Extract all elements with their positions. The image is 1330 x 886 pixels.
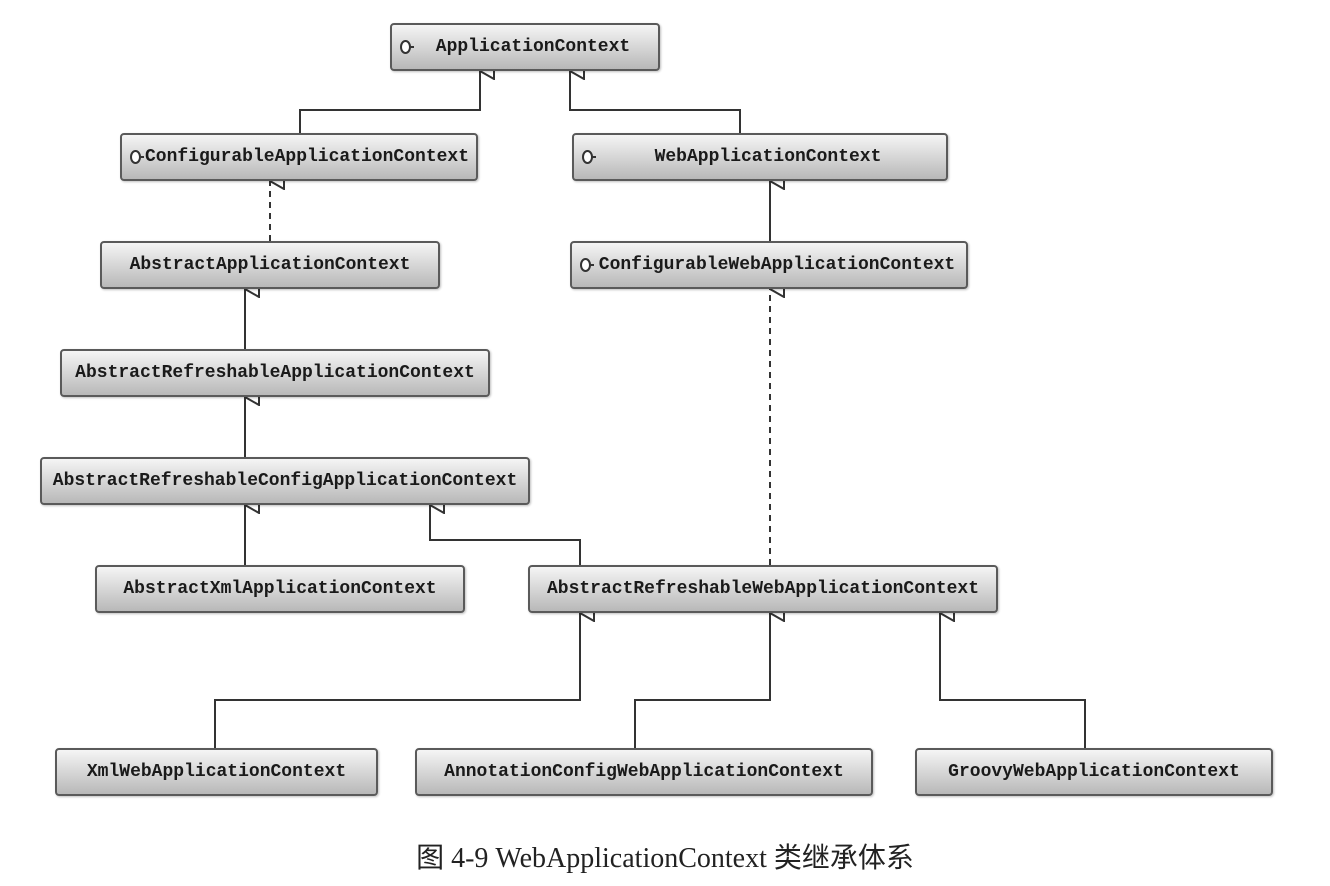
node-abstract-xml-application-context: AbstractXmlApplicationContext (95, 565, 465, 613)
node-configurable-web-application-context: ConfigurableWebApplicationContext (570, 241, 968, 289)
node-label: WebApplicationContext (655, 147, 882, 167)
interface-icon (130, 150, 144, 164)
node-annotation-config-web-application-context: AnnotationConfigWebApplicationContext (415, 748, 873, 796)
interface-icon (580, 258, 594, 272)
node-application-context: ApplicationContext (390, 23, 660, 71)
node-web-application-context: WebApplicationContext (572, 133, 948, 181)
node-label: AbstractRefreshableConfigApplicationCont… (53, 471, 517, 491)
uml-diagram: ApplicationContext ConfigurableApplicati… (0, 0, 1330, 886)
node-label: AbstractRefreshableWebApplicationContext (547, 579, 979, 599)
node-configurable-application-context: ConfigurableApplicationContext (120, 133, 478, 181)
node-label: AbstractRefreshableApplicationContext (75, 363, 475, 383)
node-abstract-application-context: AbstractApplicationContext (100, 241, 440, 289)
node-label: AnnotationConfigWebApplicationContext (444, 762, 844, 782)
node-abstract-refreshable-web-application-context: AbstractRefreshableWebApplicationContext (528, 565, 998, 613)
figure-caption: 图 4-9 WebApplicationContext 类继承体系 (0, 836, 1330, 876)
interface-icon (400, 40, 414, 54)
node-label: ApplicationContext (436, 37, 630, 57)
node-abstract-refreshable-config-application-context: AbstractRefreshableConfigApplicationCont… (40, 457, 530, 505)
node-label: GroovyWebApplicationContext (948, 762, 1240, 782)
node-groovy-web-application-context: GroovyWebApplicationContext (915, 748, 1273, 796)
node-label: ConfigurableWebApplicationContext (599, 255, 955, 275)
interface-icon (582, 150, 596, 164)
node-label: AbstractXmlApplicationContext (123, 579, 436, 599)
node-xml-web-application-context: XmlWebApplicationContext (55, 748, 378, 796)
node-label: AbstractApplicationContext (130, 255, 411, 275)
node-label: XmlWebApplicationContext (87, 762, 346, 782)
node-label: ConfigurableApplicationContext (145, 147, 469, 167)
caption-text: 图 4-9 WebApplicationContext 类继承体系 (416, 843, 914, 874)
node-abstract-refreshable-application-context: AbstractRefreshableApplicationContext (60, 349, 490, 397)
